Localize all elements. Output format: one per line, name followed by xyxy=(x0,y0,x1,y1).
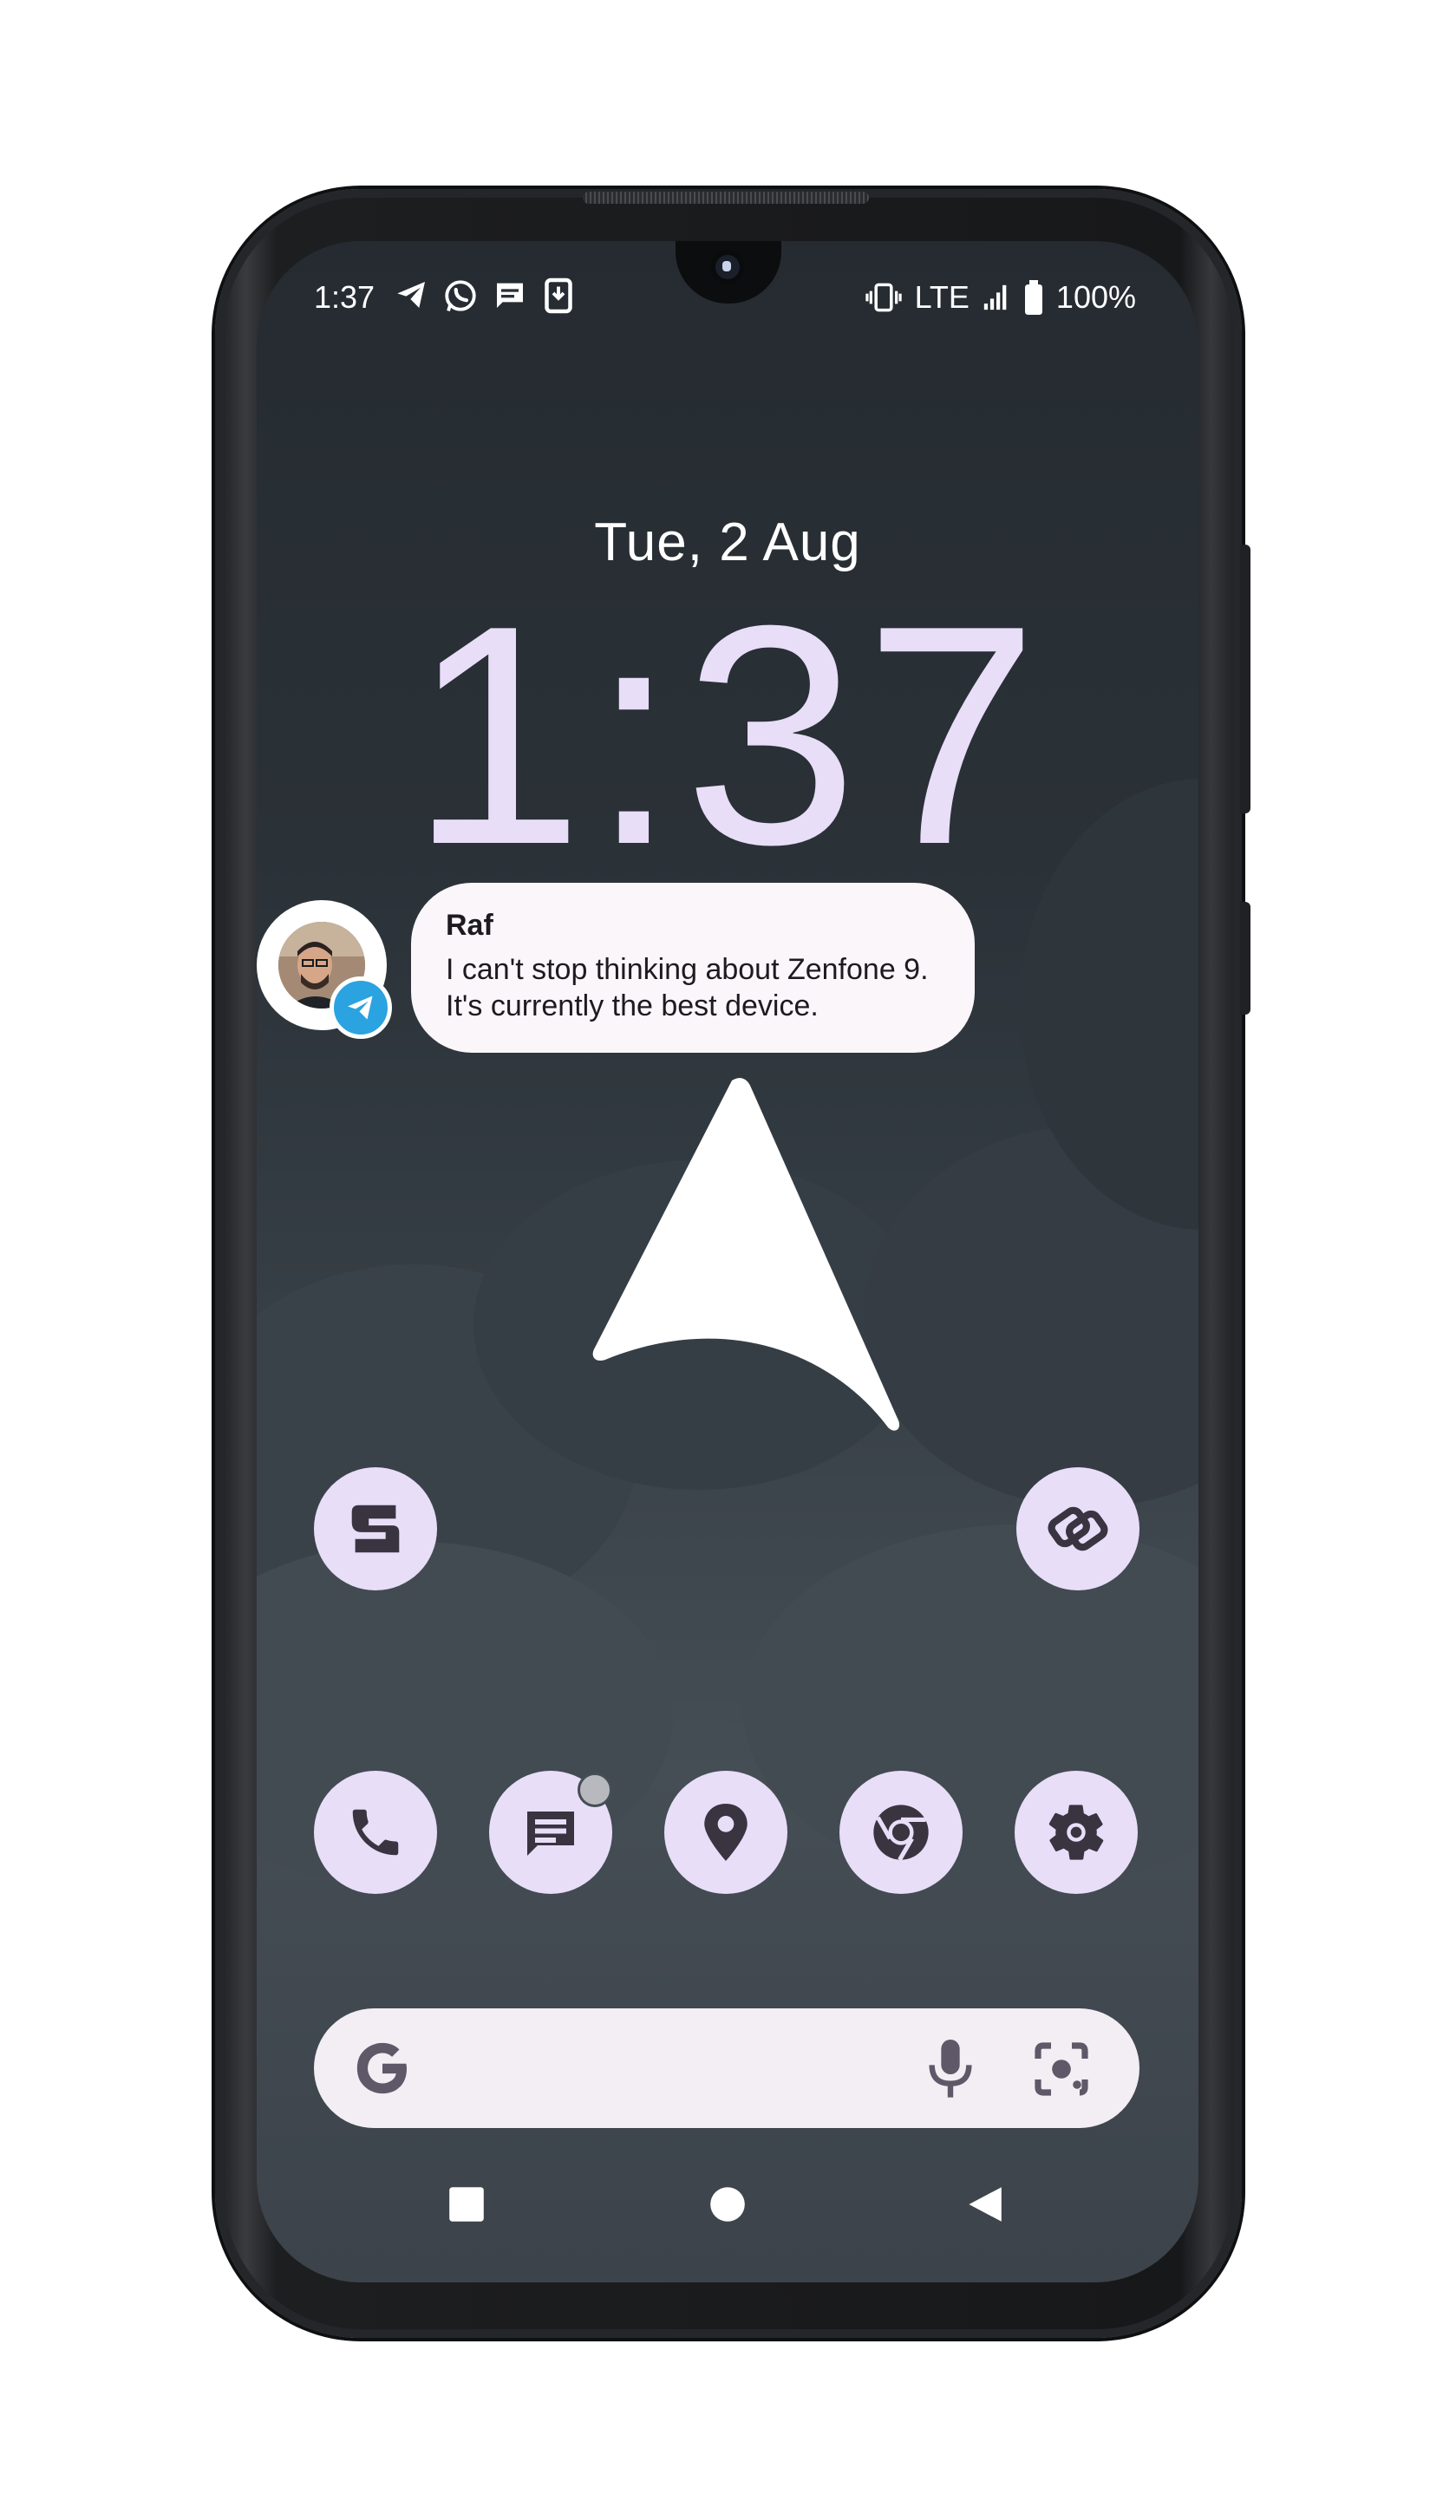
google-search-bar[interactable] xyxy=(314,2008,1139,2128)
message-sender: Raf xyxy=(446,909,493,942)
chrome-icon[interactable] xyxy=(839,1771,963,1894)
whatsapp-icon xyxy=(445,280,476,312)
arrow-logo xyxy=(592,1078,900,1431)
battery-percent: 100% xyxy=(1055,279,1136,315)
chat-bubble-head[interactable] xyxy=(257,900,392,1039)
network-type: LTE xyxy=(914,279,970,315)
volume-button xyxy=(1240,545,1250,813)
vibrate-icon xyxy=(865,283,902,312)
lens-icon[interactable] xyxy=(1030,2038,1093,2100)
status-right-group: LTE 100% xyxy=(865,279,1136,316)
maps-icon[interactable] xyxy=(664,1771,787,1894)
home-button[interactable] xyxy=(708,2185,747,2223)
notification-dot xyxy=(578,1772,612,1807)
recents-button[interactable] xyxy=(447,2185,486,2223)
battery-icon xyxy=(1024,280,1042,315)
telegram-icon xyxy=(330,976,392,1039)
power-button xyxy=(1240,902,1250,1015)
message-text: I can't stop thinking about Zenfone 9. I… xyxy=(446,953,929,1022)
settings-icon[interactable] xyxy=(1015,1771,1138,1894)
earpiece-speaker xyxy=(583,192,869,204)
back-button[interactable] xyxy=(964,2185,1004,2223)
phone-icon[interactable] xyxy=(314,1771,437,1894)
telegram-icon xyxy=(397,282,425,308)
signal-icon xyxy=(983,284,1007,310)
download-icon xyxy=(545,277,572,314)
messages-icon xyxy=(497,283,523,308)
status-bar: 1:37 LTE 100% xyxy=(257,274,1198,323)
lockscreen-clock: 1:37 xyxy=(409,561,1046,910)
lock-screen: 1:37 LTE 100% Tue, 2 Aug 1:37 Raf I can'… xyxy=(257,241,1198,2282)
link-app-icon[interactable] xyxy=(1016,1467,1139,1590)
message-bubble[interactable]: Raf I can't stop thinking about Zenfone … xyxy=(411,883,975,1053)
google-logo-icon xyxy=(356,2042,407,2094)
status-time: 1:37 xyxy=(314,279,375,315)
swipe-app-icon[interactable] xyxy=(314,1467,437,1590)
mic-icon[interactable] xyxy=(923,2034,978,2100)
